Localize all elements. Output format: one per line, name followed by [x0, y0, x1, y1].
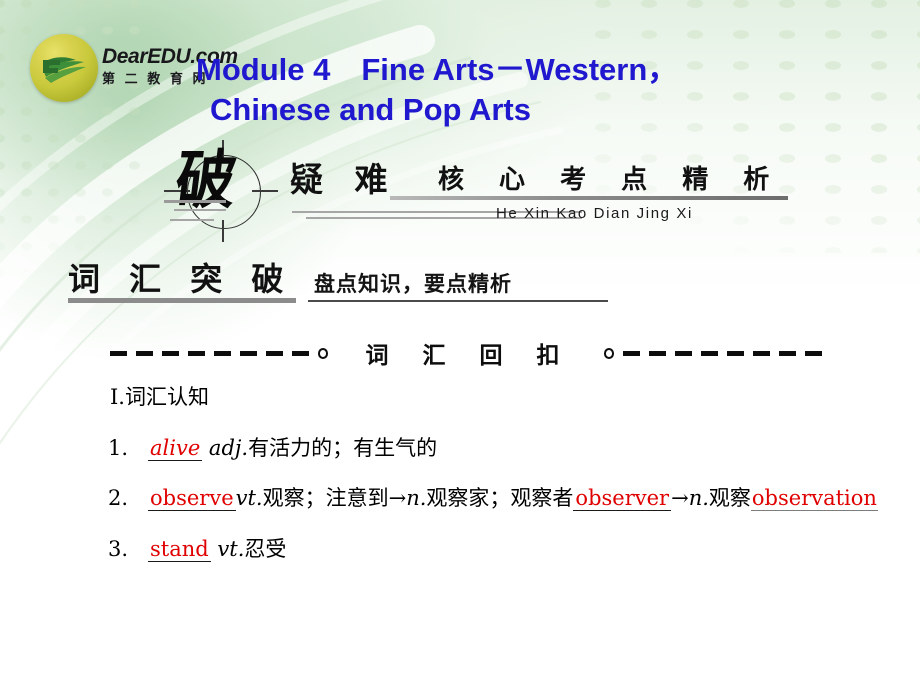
section-banner: 破 疑 难 核 心 考 点 精 析 He Xin Kao Dian Jing X… — [164, 140, 788, 242]
list-item: 2. observevt.观察；注意到→n.观察家；观察者observer→n.观… — [56, 483, 916, 514]
list-item-pos: vt. — [235, 486, 263, 511]
vocabulary-section-header: 词 汇 突 破 盘点知识，要点精析 — [68, 254, 628, 306]
vocabulary-list: Ⅰ.词汇认知 1. alive adj.有活力的；有生气的 2. observevt… — [56, 382, 916, 585]
divider-dash — [727, 350, 744, 356]
divider-dash — [136, 350, 153, 356]
list-item-text: 有活力的；有生气的 — [248, 435, 438, 460]
divider-dash — [701, 350, 718, 356]
divider-circle-left-icon — [318, 347, 329, 359]
list-item-number: 3. — [108, 536, 129, 561]
banner-keyword: 疑 难 — [290, 160, 398, 199]
divider-dash — [753, 350, 770, 356]
list-item-text: 观察；注意到→ — [262, 486, 407, 511]
answer-blank: alive — [148, 435, 203, 461]
list-item-pos: vt. — [210, 536, 245, 561]
divider-dash — [649, 350, 666, 356]
answer-blank: observation — [750, 486, 878, 512]
list-item: 1. alive adj.有活力的；有生气的 — [56, 433, 916, 464]
slide-title-line1: Module 4 Fine Arts－Western， — [196, 52, 679, 87]
banner-rule-main — [390, 196, 788, 200]
list-item-wrap: 察 — [729, 486, 751, 511]
list-item-text: 观 — [708, 486, 730, 511]
banner-headline: 核 心 考 点 精 析 — [438, 165, 783, 195]
slide-title: Module 4 Fine Arts－Western， Chinese and … — [196, 50, 920, 129]
banner-pinyin: He Xin Kao Dian Jing Xi — [496, 205, 693, 222]
list-item-text: → — [671, 486, 689, 511]
banner-tick-right — [252, 190, 278, 192]
divider-dashes-right — [623, 350, 822, 356]
answer-blank: observe — [148, 486, 236, 512]
list-item-pos: n. — [688, 486, 709, 511]
divider-dash — [240, 350, 257, 356]
banner-calligraphy-char: 破 — [171, 143, 241, 219]
banner-accent-2 — [174, 209, 226, 211]
divider-label: 词 汇 回 扣 — [365, 342, 573, 369]
banner-tick-bottom — [222, 220, 224, 242]
slide-canvas: DearEDU.com 第 二 教 育 网 Module 4 Fine Arts… — [0, 0, 920, 690]
divider-dash — [214, 350, 231, 356]
banner-calligraphy-emblem: 破 — [164, 140, 283, 242]
section-title-bar — [68, 298, 296, 303]
list-item-number: 2. — [108, 486, 129, 511]
list-item: 3. stand vt.忍受 — [56, 534, 916, 565]
list-item-pos: n. — [406, 486, 427, 511]
divider-dash — [162, 350, 179, 356]
divider-dash — [675, 350, 692, 356]
divider-dash — [779, 350, 796, 356]
list-item-pos: adj. — [202, 435, 249, 460]
dearedu-logo-mark-icon — [30, 34, 98, 102]
divider-dash — [110, 350, 127, 356]
divider-dash — [805, 350, 822, 356]
section-subtitle: 盘点知识，要点精析 — [314, 271, 512, 296]
vocabulary-heading: Ⅰ.词汇认知 — [110, 385, 209, 409]
divider-dash — [292, 350, 309, 356]
answer-blank: observer — [573, 486, 672, 512]
divider-dashes-left — [110, 350, 309, 356]
list-item-number: 1. — [108, 435, 129, 460]
divider-dash — [623, 350, 640, 356]
divider-dash — [266, 350, 283, 356]
divider-dash — [188, 350, 205, 356]
section-title: 词 汇 突 破 — [68, 260, 293, 298]
vocabulary-recall-divider: 词 汇 回 扣 — [110, 333, 822, 373]
list-item-text: 观察家；观察者 — [426, 486, 574, 511]
divider-circle-right-icon — [603, 347, 614, 359]
list-item-text: 忍受 — [244, 536, 287, 561]
answer-blank: stand — [148, 536, 211, 562]
section-subtitle-underline — [308, 300, 608, 302]
banner-main: 疑 难 核 心 考 点 精 析 He Xin Kao Dian Jing Xi — [280, 143, 788, 238]
banner-accent-3 — [170, 219, 214, 221]
slide-title-line2: Chinese and Pop Arts — [210, 91, 531, 127]
banner-accent-1 — [164, 200, 226, 203]
